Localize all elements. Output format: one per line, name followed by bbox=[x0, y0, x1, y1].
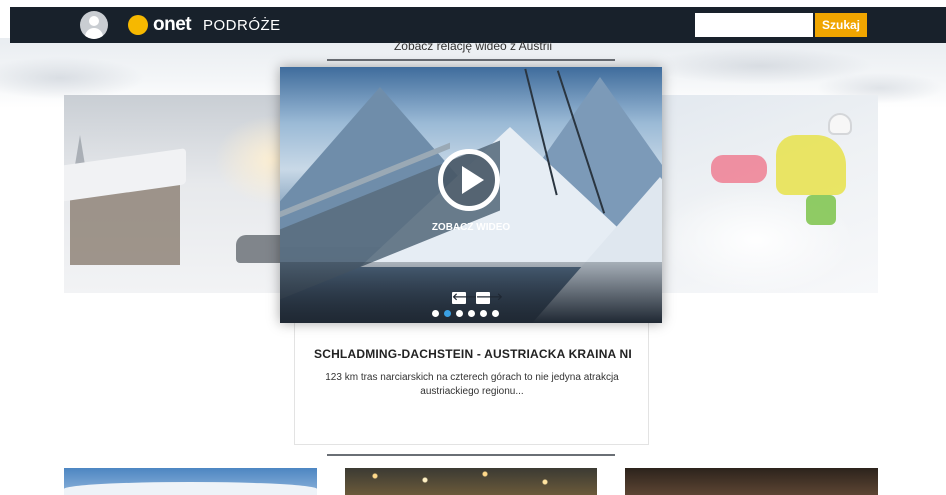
play-button[interactable] bbox=[438, 149, 500, 211]
skier-green-shape bbox=[806, 195, 836, 225]
night-lights-shape bbox=[345, 468, 597, 495]
slide-dot-6[interactable] bbox=[492, 310, 499, 317]
skier-yellow-shape bbox=[776, 135, 846, 195]
snow-slope-shape bbox=[64, 482, 317, 495]
article-description: 123 km tras narciarskich na czterech gór… bbox=[325, 372, 619, 397]
next-arrow-icon[interactable]: 🡒 bbox=[476, 292, 503, 304]
previous-arrow-icon[interactable]: 🡐 bbox=[452, 292, 479, 304]
top-navigation-bar: onet PODRÓŻE Szukaj bbox=[10, 7, 946, 43]
watch-video-label[interactable]: ZOBACZ WIDEO bbox=[410, 222, 532, 233]
play-icon bbox=[462, 166, 484, 194]
thumbnail-3[interactable] bbox=[625, 468, 878, 495]
thumbnail-2[interactable] bbox=[345, 468, 597, 495]
search-input[interactable] bbox=[695, 13, 813, 37]
onet-logo-dot[interactable] bbox=[128, 15, 148, 35]
section-title: Zobacz relację wideo z Austrii bbox=[393, 39, 553, 53]
skier-helmet-shape bbox=[828, 113, 852, 135]
slide-pagination-dots bbox=[432, 310, 499, 318]
search-button[interactable]: Szukaj bbox=[815, 13, 867, 37]
slide-dot-4[interactable] bbox=[468, 310, 475, 317]
video-player[interactable]: ZOBACZ WIDEO 🡐 🡒 bbox=[280, 67, 662, 323]
article-title[interactable]: SCHLADMING-DACHSTEIN - AUSTRIACKA KRAINA… bbox=[314, 347, 632, 361]
section-divider-top bbox=[327, 59, 615, 61]
section-name-podroze[interactable]: PODRÓŻE bbox=[203, 16, 281, 36]
onet-logo-text[interactable]: onet bbox=[153, 15, 192, 35]
slide-dot-1[interactable] bbox=[432, 310, 439, 317]
thumbnail-1[interactable] bbox=[64, 468, 317, 495]
slide-dot-3[interactable] bbox=[456, 310, 463, 317]
slide-dot-2[interactable] bbox=[444, 310, 451, 317]
section-divider-bottom bbox=[327, 454, 615, 456]
user-avatar-icon[interactable] bbox=[80, 11, 108, 39]
slide-dot-5[interactable] bbox=[480, 310, 487, 317]
skier-pink-shape bbox=[711, 155, 767, 183]
